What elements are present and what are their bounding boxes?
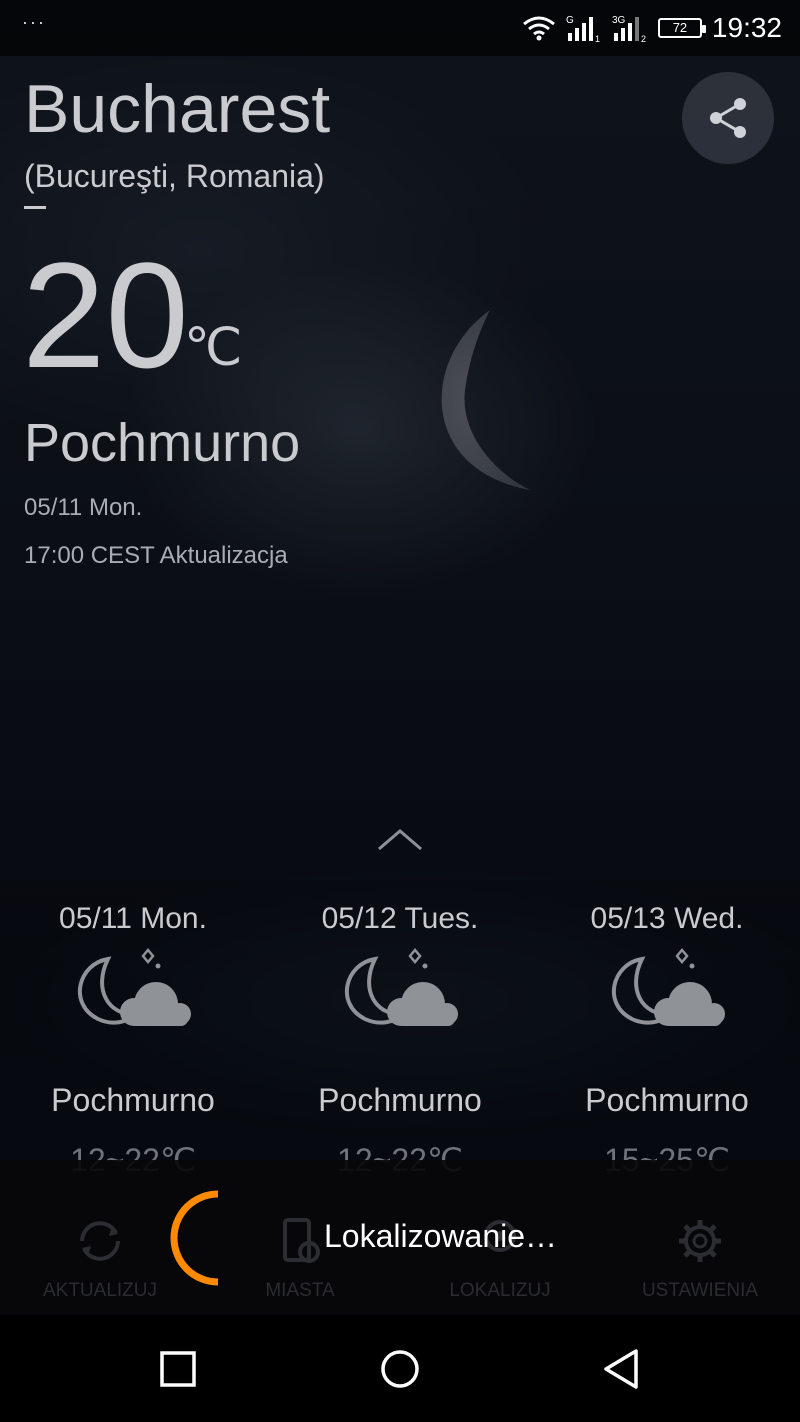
forecast-day[interactable]: 05/12 Tues. Pochmurno 12~22℃ xyxy=(267,880,533,1179)
recents-button[interactable] xyxy=(118,1315,238,1422)
cities-icon xyxy=(283,1218,320,1263)
nav-locate-label: LOKALIZUJ xyxy=(449,1280,551,1301)
moon-cloud-icon xyxy=(612,948,725,1026)
forecast-day[interactable]: 05/11 Mon. Pochmurno 12~22℃ xyxy=(0,880,266,1179)
svg-text:G: G xyxy=(566,15,574,26)
current-condition: Pochmurno xyxy=(24,413,301,473)
forecast-date: 05/11 Mon. xyxy=(59,902,207,935)
forecast-date: 05/12 Tues. xyxy=(321,902,479,935)
city-name: Bucharest xyxy=(24,71,331,147)
status-bar: ··· G 1 3G 2 72 19:32 xyxy=(0,0,800,56)
loading-spinner-icon xyxy=(170,1190,219,1286)
nav-settings-label: USTAWIENIA xyxy=(641,1280,759,1301)
current-temperature: 20 xyxy=(22,231,189,399)
toast-message: Lokalizowanie… xyxy=(324,1218,558,1254)
back-icon xyxy=(604,1348,638,1389)
forecast-day[interactable]: 05/13 Wed. Pochmurno 15~25℃ xyxy=(534,880,800,1179)
temperature-unit: ℃ xyxy=(184,319,243,377)
svg-text:2: 2 xyxy=(641,34,646,43)
back-button[interactable] xyxy=(562,1315,682,1422)
chevron-up-icon[interactable] xyxy=(375,825,425,855)
home-button[interactable] xyxy=(340,1315,460,1422)
nav-settings-button[interactable]: USTAWIENIA xyxy=(600,1160,800,1315)
forecast-condition: Pochmurno xyxy=(51,1082,215,1118)
moon-cloud-icon xyxy=(78,948,191,1026)
forecast-condition: Pochmurno xyxy=(585,1082,749,1118)
status-time: 19:32 xyxy=(711,12,782,43)
last-updated: 17:00 CEST Aktualizacja xyxy=(24,542,288,569)
notification-dots: ··· xyxy=(22,12,46,32)
city-subtitle: (Bucureşti, Romania) xyxy=(24,158,325,194)
subtitle-underline xyxy=(24,206,46,209)
moon-cloud-icon xyxy=(345,948,458,1026)
forecast-condition: Pochmurno xyxy=(318,1082,482,1118)
current-date: 05/11 Mon. xyxy=(24,494,143,521)
share-icon xyxy=(710,98,746,138)
home-icon xyxy=(381,1349,419,1388)
signal-3g-icon: 3G 2 xyxy=(612,15,646,43)
refresh-icon xyxy=(80,1221,120,1261)
svg-text:3G: 3G xyxy=(612,15,626,26)
signal-g-icon: G 1 xyxy=(566,15,600,43)
share-button[interactable] xyxy=(682,72,774,164)
wifi-icon xyxy=(522,16,555,41)
recents-icon xyxy=(160,1350,196,1387)
svg-text:1: 1 xyxy=(595,34,600,43)
forecast-date: 05/13 Wed. xyxy=(590,902,744,935)
forecast-panel: 05/11 Mon. Pochmurno 12~22℃ 05/12 Tues. xyxy=(0,880,800,1178)
battery-icon: 72 xyxy=(657,18,706,38)
system-navigation-bar xyxy=(0,1315,800,1422)
gear-icon xyxy=(679,1220,721,1262)
